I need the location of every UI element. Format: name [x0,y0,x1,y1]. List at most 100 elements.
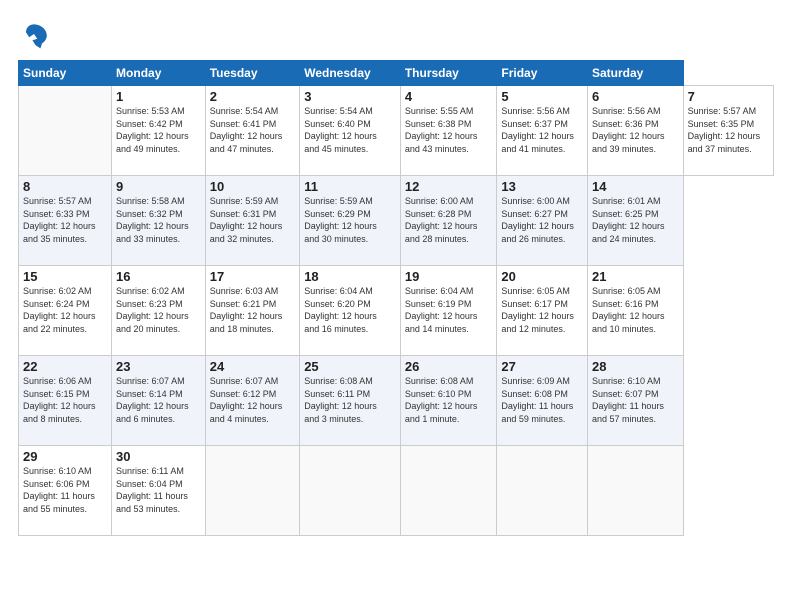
calendar-cell: 22Sunrise: 6:06 AM Sunset: 6:15 PM Dayli… [19,356,112,446]
day-info: Sunrise: 6:08 AM Sunset: 6:10 PM Dayligh… [405,375,493,425]
calendar-cell: 12Sunrise: 6:00 AM Sunset: 6:28 PM Dayli… [400,176,497,266]
calendar-cell: 13Sunrise: 6:00 AM Sunset: 6:27 PM Dayli… [497,176,588,266]
calendar-cell: 26Sunrise: 6:08 AM Sunset: 6:10 PM Dayli… [400,356,497,446]
calendar-cell: 30Sunrise: 6:11 AM Sunset: 6:04 PM Dayli… [112,446,206,536]
calendar-cell: 21Sunrise: 6:05 AM Sunset: 6:16 PM Dayli… [587,266,683,356]
day-number: 17 [210,269,295,284]
day-number: 15 [23,269,107,284]
day-info: Sunrise: 6:10 AM Sunset: 6:06 PM Dayligh… [23,465,107,515]
day-number: 19 [405,269,493,284]
day-info: Sunrise: 5:59 AM Sunset: 6:31 PM Dayligh… [210,195,295,245]
day-number: 21 [592,269,679,284]
calendar-cell: 29Sunrise: 6:10 AM Sunset: 6:06 PM Dayli… [19,446,112,536]
day-info: Sunrise: 6:06 AM Sunset: 6:15 PM Dayligh… [23,375,107,425]
day-info: Sunrise: 6:05 AM Sunset: 6:17 PM Dayligh… [501,285,583,335]
calendar-cell: 4Sunrise: 5:55 AM Sunset: 6:38 PM Daylig… [400,86,497,176]
day-info: Sunrise: 6:03 AM Sunset: 6:21 PM Dayligh… [210,285,295,335]
day-info: Sunrise: 6:11 AM Sunset: 6:04 PM Dayligh… [116,465,201,515]
day-info: Sunrise: 5:54 AM Sunset: 6:41 PM Dayligh… [210,105,295,155]
day-number: 4 [405,89,493,104]
calendar-cell [497,446,588,536]
week-row: 29Sunrise: 6:10 AM Sunset: 6:06 PM Dayli… [19,446,774,536]
calendar-cell: 17Sunrise: 6:03 AM Sunset: 6:21 PM Dayli… [205,266,299,356]
day-info: Sunrise: 6:07 AM Sunset: 6:14 PM Dayligh… [116,375,201,425]
day-info: Sunrise: 5:53 AM Sunset: 6:42 PM Dayligh… [116,105,201,155]
calendar-cell: 11Sunrise: 5:59 AM Sunset: 6:29 PM Dayli… [300,176,401,266]
calendar-cell [400,446,497,536]
day-header-thursday: Thursday [400,61,497,86]
calendar-cell: 6Sunrise: 5:56 AM Sunset: 6:36 PM Daylig… [587,86,683,176]
day-info: Sunrise: 6:10 AM Sunset: 6:07 PM Dayligh… [592,375,679,425]
day-number: 29 [23,449,107,464]
day-number: 6 [592,89,679,104]
day-number: 22 [23,359,107,374]
calendar-cell: 24Sunrise: 6:07 AM Sunset: 6:12 PM Dayli… [205,356,299,446]
calendar-cell: 3Sunrise: 5:54 AM Sunset: 6:40 PM Daylig… [300,86,401,176]
day-number: 18 [304,269,396,284]
week-row: 8Sunrise: 5:57 AM Sunset: 6:33 PM Daylig… [19,176,774,266]
day-number: 30 [116,449,201,464]
day-number: 23 [116,359,201,374]
calendar-cell: 8Sunrise: 5:57 AM Sunset: 6:33 PM Daylig… [19,176,112,266]
calendar-cell: 7Sunrise: 5:57 AM Sunset: 6:35 PM Daylig… [683,86,773,176]
day-info: Sunrise: 5:57 AM Sunset: 6:33 PM Dayligh… [23,195,107,245]
calendar: SundayMondayTuesdayWednesdayThursdayFrid… [18,60,774,536]
day-number: 24 [210,359,295,374]
day-header-tuesday: Tuesday [205,61,299,86]
day-number: 25 [304,359,396,374]
calendar-cell: 5Sunrise: 5:56 AM Sunset: 6:37 PM Daylig… [497,86,588,176]
header [18,18,774,50]
calendar-cell: 20Sunrise: 6:05 AM Sunset: 6:17 PM Dayli… [497,266,588,356]
day-info: Sunrise: 6:02 AM Sunset: 6:23 PM Dayligh… [116,285,201,335]
day-number: 2 [210,89,295,104]
day-header-sunday: Sunday [19,61,112,86]
day-number: 26 [405,359,493,374]
calendar-cell [300,446,401,536]
calendar-cell: 1Sunrise: 5:53 AM Sunset: 6:42 PM Daylig… [112,86,206,176]
calendar-cell [19,86,112,176]
calendar-cell: 23Sunrise: 6:07 AM Sunset: 6:14 PM Dayli… [112,356,206,446]
day-info: Sunrise: 5:55 AM Sunset: 6:38 PM Dayligh… [405,105,493,155]
day-number: 12 [405,179,493,194]
day-info: Sunrise: 5:58 AM Sunset: 6:32 PM Dayligh… [116,195,201,245]
day-info: Sunrise: 6:04 AM Sunset: 6:19 PM Dayligh… [405,285,493,335]
day-number: 28 [592,359,679,374]
calendar-cell [587,446,683,536]
day-number: 5 [501,89,583,104]
calendar-cell: 14Sunrise: 6:01 AM Sunset: 6:25 PM Dayli… [587,176,683,266]
calendar-cell [205,446,299,536]
day-info: Sunrise: 6:07 AM Sunset: 6:12 PM Dayligh… [210,375,295,425]
week-row: 15Sunrise: 6:02 AM Sunset: 6:24 PM Dayli… [19,266,774,356]
day-header-monday: Monday [112,61,206,86]
day-number: 20 [501,269,583,284]
day-info: Sunrise: 6:09 AM Sunset: 6:08 PM Dayligh… [501,375,583,425]
day-info: Sunrise: 6:01 AM Sunset: 6:25 PM Dayligh… [592,195,679,245]
week-row: 22Sunrise: 6:06 AM Sunset: 6:15 PM Dayli… [19,356,774,446]
day-header-wednesday: Wednesday [300,61,401,86]
logo [18,18,54,50]
calendar-cell: 19Sunrise: 6:04 AM Sunset: 6:19 PM Dayli… [400,266,497,356]
header-row: SundayMondayTuesdayWednesdayThursdayFrid… [19,61,774,86]
day-number: 3 [304,89,396,104]
day-info: Sunrise: 6:02 AM Sunset: 6:24 PM Dayligh… [23,285,107,335]
day-number: 16 [116,269,201,284]
day-header-saturday: Saturday [587,61,683,86]
page: SundayMondayTuesdayWednesdayThursdayFrid… [0,0,792,612]
day-info: Sunrise: 5:56 AM Sunset: 6:37 PM Dayligh… [501,105,583,155]
day-info: Sunrise: 6:04 AM Sunset: 6:20 PM Dayligh… [304,285,396,335]
calendar-cell: 2Sunrise: 5:54 AM Sunset: 6:41 PM Daylig… [205,86,299,176]
day-info: Sunrise: 5:56 AM Sunset: 6:36 PM Dayligh… [592,105,679,155]
calendar-cell: 18Sunrise: 6:04 AM Sunset: 6:20 PM Dayli… [300,266,401,356]
week-row: 1Sunrise: 5:53 AM Sunset: 6:42 PM Daylig… [19,86,774,176]
calendar-cell: 25Sunrise: 6:08 AM Sunset: 6:11 PM Dayli… [300,356,401,446]
day-info: Sunrise: 6:00 AM Sunset: 6:27 PM Dayligh… [501,195,583,245]
day-info: Sunrise: 5:59 AM Sunset: 6:29 PM Dayligh… [304,195,396,245]
day-header-friday: Friday [497,61,588,86]
day-number: 13 [501,179,583,194]
calendar-cell: 28Sunrise: 6:10 AM Sunset: 6:07 PM Dayli… [587,356,683,446]
day-info: Sunrise: 5:57 AM Sunset: 6:35 PM Dayligh… [688,105,769,155]
day-info: Sunrise: 6:08 AM Sunset: 6:11 PM Dayligh… [304,375,396,425]
day-number: 8 [23,179,107,194]
day-number: 14 [592,179,679,194]
day-info: Sunrise: 6:05 AM Sunset: 6:16 PM Dayligh… [592,285,679,335]
